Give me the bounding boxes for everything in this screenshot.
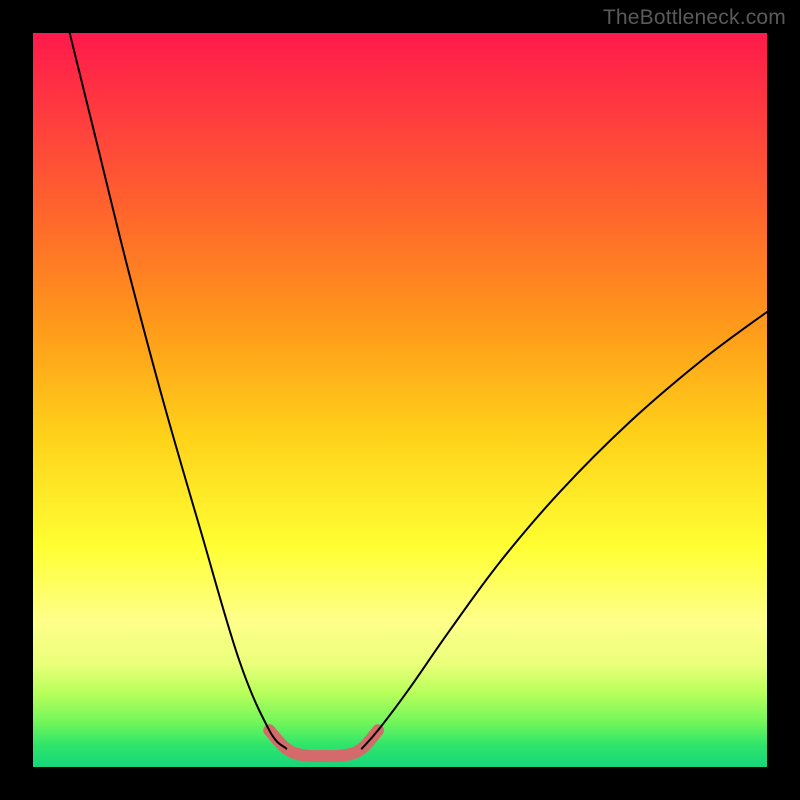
left-branch-path — [70, 33, 287, 749]
watermark-text: TheBottleneck.com — [603, 6, 786, 30]
curve-layer — [33, 33, 767, 767]
valley-highlight-path — [269, 730, 378, 756]
plot-area — [33, 33, 767, 767]
right-branch-path — [362, 312, 767, 749]
chart-frame: TheBottleneck.com — [0, 0, 800, 800]
